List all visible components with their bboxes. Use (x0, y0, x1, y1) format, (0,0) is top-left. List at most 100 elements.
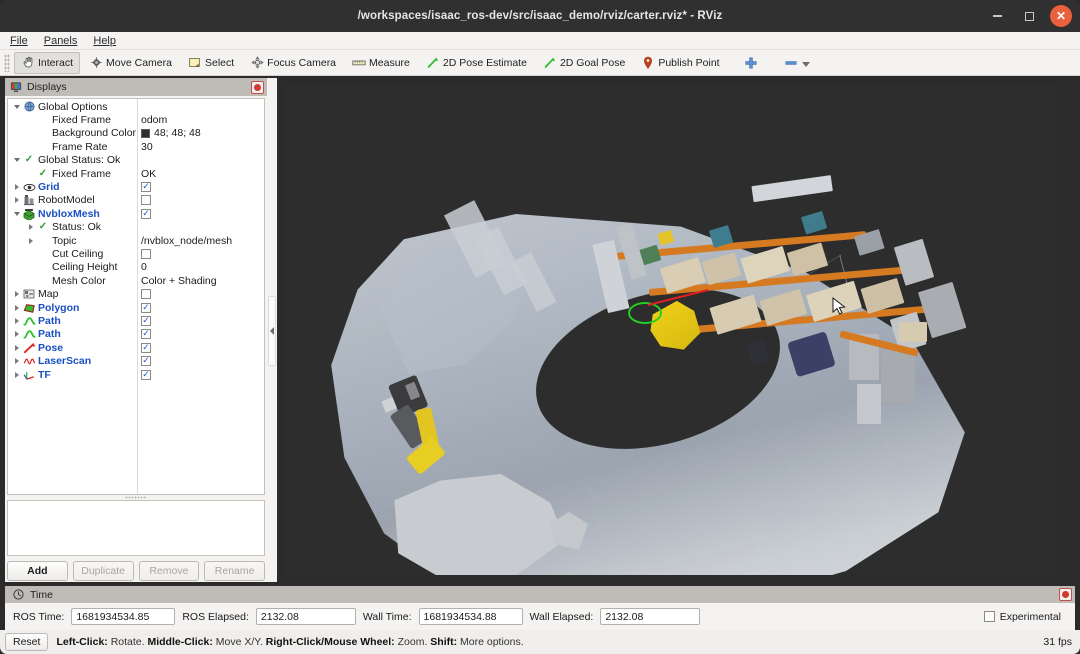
ros-time-input[interactable]: 1681934534.85 (71, 608, 175, 625)
tree-row[interactable]: Global Options (8, 100, 264, 113)
tree-row-value[interactable]: 48; 48; 48 (137, 127, 264, 139)
render-view[interactable] (283, 84, 1055, 575)
menu-panels[interactable]: Panels (44, 35, 78, 47)
tool-move-camera[interactable]: Move Camera (82, 52, 179, 74)
reset-button[interactable]: Reset (5, 633, 48, 651)
tool-measure[interactable]: Measure (345, 52, 417, 74)
experimental-checkbox[interactable] (984, 611, 995, 622)
rename-display-button[interactable]: Rename (204, 561, 265, 581)
toolbar-drag-handle[interactable] (4, 54, 10, 72)
chevron-right-icon[interactable] (12, 291, 22, 297)
chevron-down-icon[interactable] (12, 212, 22, 216)
duplicate-display-button[interactable]: Duplicate (73, 561, 134, 581)
tree-row-value[interactable] (137, 329, 264, 339)
chevron-right-icon[interactable] (12, 184, 22, 190)
chevron-right-icon[interactable] (12, 318, 22, 324)
close-button[interactable]: ✕ (1050, 5, 1072, 27)
visibility-checkbox[interactable] (141, 195, 151, 205)
remove-display-button[interactable]: Remove (139, 561, 200, 581)
tree-row-value[interactable] (137, 209, 264, 219)
visibility-checkbox[interactable] (141, 356, 151, 366)
tree-row-value[interactable]: Color + Shading (137, 275, 264, 287)
tree-row-value[interactable] (137, 303, 264, 313)
visibility-checkbox[interactable] (141, 316, 151, 326)
visibility-checkbox[interactable] (141, 209, 151, 219)
displays-panel-close-button[interactable] (251, 81, 264, 94)
chevron-right-icon[interactable] (12, 331, 22, 337)
tool-interact[interactable]: Interact (14, 52, 80, 74)
wall-elapsed-input[interactable]: 2132.08 (600, 608, 700, 625)
tree-row-value[interactable] (137, 343, 264, 353)
visibility-checkbox[interactable] (141, 249, 151, 259)
chevron-right-icon[interactable] (26, 238, 36, 244)
tree-row[interactable]: ✓Status: Ok (8, 221, 264, 234)
chevron-right-icon[interactable] (12, 372, 22, 378)
tree-row-value[interactable]: odom (137, 114, 264, 126)
tree-row-value[interactable]: OK (137, 168, 264, 180)
tool-publish-point[interactable]: Publish Point (634, 52, 726, 74)
tree-row[interactable]: Background Color48; 48; 48 (8, 127, 264, 140)
experimental-toggle[interactable]: Experimental (984, 611, 1067, 623)
add-tool-button[interactable] (737, 52, 765, 74)
tree-row[interactable]: Grid (8, 180, 264, 193)
chevron-down-icon[interactable] (12, 105, 22, 109)
tree-row[interactable]: Fixed Frameodom (8, 113, 264, 126)
tree-row[interactable]: Cut Ceiling (8, 247, 264, 260)
tree-row-value[interactable] (137, 182, 264, 192)
tree-row[interactable]: Ceiling Height0 (8, 261, 264, 274)
tree-row[interactable]: Topic/nvblox_node/mesh (8, 234, 264, 247)
tree-row[interactable]: TF (8, 368, 264, 381)
tree-row-value[interactable]: 0 (137, 261, 264, 273)
chevron-right-icon[interactable] (12, 345, 22, 351)
tree-row-value[interactable] (137, 370, 264, 380)
add-display-button[interactable]: Add (7, 561, 68, 581)
chevron-down-icon[interactable] (801, 58, 811, 72)
visibility-checkbox[interactable] (141, 303, 151, 313)
chevron-down-icon[interactable] (12, 158, 22, 162)
collapse-handle[interactable] (268, 296, 276, 366)
tree-row[interactable]: ✓Fixed FrameOK (8, 167, 264, 180)
remove-tool-button[interactable] (777, 52, 818, 74)
menu-file[interactable]: File (10, 35, 28, 47)
tree-row[interactable]: Map (8, 287, 264, 300)
visibility-checkbox[interactable] (141, 329, 151, 339)
ros-elapsed-input[interactable]: 2132.08 (256, 608, 356, 625)
displays-tree[interactable]: Global OptionsFixed FrameodomBackground … (7, 98, 265, 495)
visibility-checkbox[interactable] (141, 343, 151, 353)
tree-row[interactable]: ✓Global Status: Ok (8, 154, 264, 167)
tree-row-value[interactable]: 30 (137, 141, 264, 153)
color-swatch[interactable] (141, 129, 150, 138)
tool-2d-pose-estimate[interactable]: 2D Pose Estimate (419, 52, 534, 74)
chevron-right-icon[interactable] (26, 224, 36, 230)
tree-row[interactable]: Path (8, 314, 264, 327)
tree-row[interactable]: Polygon (8, 301, 264, 314)
tree-row[interactable]: Frame Rate30 (8, 140, 264, 153)
tree-row[interactable]: Mesh ColorColor + Shading (8, 274, 264, 287)
menu-help[interactable]: Help (93, 35, 116, 47)
tree-row-value[interactable] (137, 195, 264, 205)
tree-row[interactable]: RobotModel (8, 194, 264, 207)
tree-row-value[interactable] (137, 316, 264, 326)
tree-row-value[interactable] (137, 289, 264, 299)
tree-row[interactable]: NvbloxMesh (8, 207, 264, 220)
dock-collapse-splitter[interactable] (267, 78, 277, 582)
wall-time-input[interactable]: 1681934534.88 (419, 608, 523, 625)
tree-row-value[interactable] (137, 356, 264, 366)
visibility-checkbox[interactable] (141, 182, 151, 192)
tool-2d-goal-pose[interactable]: 2D Goal Pose (536, 52, 632, 74)
tree-row[interactable]: LaserScan (8, 354, 264, 367)
tool-select[interactable]: Select (181, 52, 241, 74)
visibility-checkbox[interactable] (141, 370, 151, 380)
chevron-right-icon[interactable] (12, 305, 22, 311)
tree-row[interactable]: Pose (8, 341, 264, 354)
minimize-button[interactable] (986, 5, 1008, 27)
maximize-button[interactable] (1018, 5, 1040, 27)
visibility-checkbox[interactable] (141, 289, 151, 299)
tree-row-value[interactable]: /nvblox_node/mesh (137, 235, 264, 247)
tree-row[interactable]: Path (8, 328, 264, 341)
chevron-right-icon[interactable] (12, 358, 22, 364)
chevron-right-icon[interactable] (12, 197, 22, 203)
render-canvas[interactable] (283, 84, 1055, 575)
time-panel-close-button[interactable] (1059, 588, 1072, 601)
tool-focus-camera[interactable]: Focus Camera (243, 52, 343, 74)
